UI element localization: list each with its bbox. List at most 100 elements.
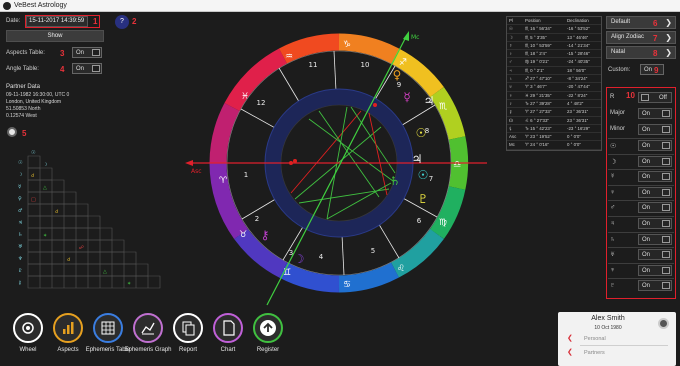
minor-checkbox[interactable] [662,126,670,133]
svg-text:♀: ♀ [18,196,22,202]
planet-toggle[interactable]: On [638,171,672,183]
chevron-left-icon[interactable]: ❮ [567,348,573,356]
minor-toggle[interactable]: On [638,124,672,135]
ephemeris-planet: ♆ [509,92,513,98]
ephemeris-header-position: Position [525,18,541,23]
ephemeris-row: ☿ ♏ 10 ° 53'59" -14 ° 21'34" [507,42,601,51]
chevron-left-icon[interactable]: ❮ [567,334,573,342]
planet-checkbox[interactable] [662,235,670,243]
ephemeris-declination: 18 ° 56'0" [567,67,586,73]
ephemeris-position: ♈ 23 ° 19'52" [525,134,552,140]
svg-text:12: 12 [257,99,266,107]
planet-toggle[interactable]: On [638,233,672,245]
ephemeris-planet: ♅ [509,84,513,90]
planet-toggle-row: ☿ On [608,171,674,183]
ephemeris-declination: 13 ° 46'46" [567,34,589,40]
planet-checkbox[interactable] [662,142,670,149]
align-zodiac-label: Align Zodiac [611,34,645,40]
aspects-table-checkbox[interactable] [92,49,100,56]
planet-toggle-label: On [642,143,651,149]
svg-text:☿: ☿ [403,90,410,104]
partner-settings-button[interactable] [7,127,17,137]
planet-toggle[interactable]: On [638,249,672,261]
document-icon [223,320,235,336]
ephemeris-declination: -16 ° 53'52" [567,26,590,32]
planet-checkbox[interactable] [662,266,670,274]
ephemeris-planet: Mc [509,142,515,148]
planet-toggle[interactable]: On [638,264,672,276]
svg-text:♍: ♍ [439,218,447,228]
planet-checkbox[interactable] [662,282,670,290]
nav-button-register[interactable] [253,313,283,343]
major-checkbox[interactable] [662,110,670,117]
show-button[interactable]: Show [6,30,104,42]
major-toggle[interactable]: On [638,108,672,119]
planet-checkbox[interactable] [662,173,670,181]
major-row: Major On [608,108,674,120]
planet-checkbox[interactable] [662,251,670,259]
ephemeris-declination: -22 ° 8'24" [567,92,588,98]
partner-location: London, United Kingdom [6,99,62,105]
planet-checkbox[interactable] [662,157,670,165]
svg-text:♒: ♒ [285,52,293,62]
ephemeris-row: ☊ ♌ 6 ° 27'33" 23 ° 36'31" [507,117,601,125]
retrograde-checkbox[interactable] [641,94,649,101]
astrology-wheel: ♓♒♑ ♐♏♎ ♍♌♋ ♊♉♈ 1 23 45 67 89 1011 12 As… [185,31,487,306]
default-button[interactable]: Default 6 ❯ [606,16,676,29]
nav-button-ephemeris-table[interactable] [93,313,123,343]
svg-text:☌: ☌ [67,257,71,263]
nav-button-chart[interactable] [213,313,243,343]
aspects-table-toggle[interactable]: On [72,47,102,58]
svg-text:♃: ♃ [424,94,435,108]
planet-glyph-icon: ☽ [610,158,617,166]
minor-row: Minor On [608,124,674,136]
align-zodiac-button[interactable]: Align Zodiac 7 ❯ [606,31,676,44]
help-button[interactable]: ? [115,15,129,29]
svg-text:11: 11 [309,61,318,69]
planet-toggle-label: On [642,283,651,290]
planet-checkbox[interactable] [662,204,670,212]
ephemeris-planet: ♀ [509,51,513,57]
svg-text:♄: ♄ [18,232,22,238]
planet-toggle[interactable]: On [638,155,672,167]
major-label: Major [610,110,626,116]
planet-glyph-icon: ♇ [610,282,616,290]
svg-text:☉: ☉ [418,168,429,182]
callout-5: 5 [22,129,27,138]
partners-link[interactable]: Partners [584,350,605,356]
svg-text:✶: ✶ [127,281,131,287]
planet-toggle[interactable]: On [638,140,672,151]
planet-checkbox[interactable] [662,188,670,196]
chevron-right-icon: ❯ [665,18,672,27]
angle-table-checkbox[interactable] [92,65,100,72]
ephemeris-position: ♏ 10 ° 53'59" [525,42,552,48]
nav-button-report[interactable] [173,313,203,343]
svg-text:♉: ♉ [239,230,247,240]
natal-button[interactable]: Natal 8 ❯ [606,46,676,59]
window-title: VeBest Astrology [14,2,67,9]
bar-chart-icon [63,322,74,334]
option-separator [608,138,674,139]
planet-glyph-icon: ♃ [610,220,616,227]
personal-link[interactable]: Personal [584,336,606,342]
asc-label: Asc [191,168,202,175]
svg-text:4: 4 [319,253,324,261]
retrograde-toggle[interactable]: Off [638,92,672,103]
planet-toggle[interactable]: On [638,186,672,198]
nav-button-aspects[interactable] [53,313,83,343]
planet-toggle[interactable]: On [638,280,672,292]
svg-text:2: 2 [255,215,259,223]
option-separator [608,262,674,264]
custom-toggle[interactable]: On [640,64,664,75]
callout-4: 4 [60,65,65,74]
planet-toggle-row: ♄ On [608,233,674,246]
planet-toggle[interactable]: On [638,218,672,229]
nav-button-wheel[interactable] [13,313,43,343]
retrograde-label: R [610,94,615,100]
nav-button-ephemeris-graph[interactable] [133,313,163,343]
natal-button-label: Natal [611,49,626,55]
angle-table-toggle[interactable]: On [72,63,102,74]
profile-settings-button[interactable] [658,318,669,329]
planet-checkbox[interactable] [662,220,670,227]
planet-toggle[interactable]: On [638,202,672,214]
